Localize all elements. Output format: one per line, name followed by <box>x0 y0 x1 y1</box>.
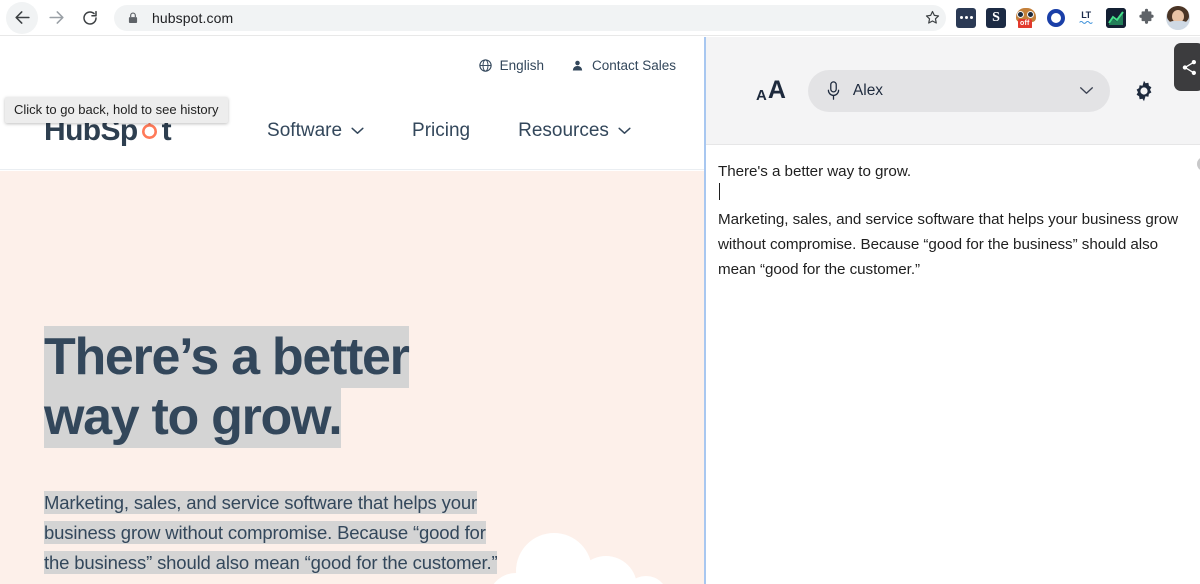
languagetool-label: LT <box>1081 11 1091 20</box>
reader-toolbar: A A Alex <box>706 37 1200 145</box>
hero-paragraph-text: Marketing, sales, and service software t… <box>44 491 497 574</box>
circle-o-extension-icon[interactable] <box>1046 8 1066 28</box>
nav-label-resources: Resources <box>518 120 609 142</box>
browser-toolbar: hubspot.com S off LT <box>0 0 1200 36</box>
url-text: hubspot.com <box>152 10 233 26</box>
person-icon <box>570 58 585 73</box>
wave-icon <box>1078 20 1094 24</box>
hero-section: There’s a better way to grow. Marketing,… <box>0 171 704 584</box>
address-bar[interactable]: hubspot.com <box>114 5 946 31</box>
text-caret <box>719 183 720 200</box>
contact-sales-link[interactable]: Contact Sales <box>570 58 676 73</box>
text-size-small-label: A <box>756 88 767 103</box>
forward-button[interactable] <box>40 2 72 34</box>
text-caret-row <box>718 183 1182 205</box>
reload-icon <box>81 9 99 27</box>
chevron-down-icon <box>1079 86 1094 95</box>
hero-heading-line-1: There’s a better <box>44 326 409 388</box>
reader-paragraph: Marketing, sales, and service software t… <box>718 207 1182 283</box>
languagetool-extension-icon[interactable]: LT <box>1076 8 1096 28</box>
text-size-large-label: A <box>768 78 786 103</box>
reload-button[interactable] <box>74 2 106 34</box>
owl-extension-icon[interactable]: off <box>1016 8 1036 28</box>
back-arrow-icon <box>13 8 32 27</box>
hero-heading-line-2: way to grow. <box>44 386 341 448</box>
reader-text-area[interactable]: There's a better way to grow. Marketing,… <box>706 145 1200 283</box>
contact-sales-label: Contact Sales <box>592 58 676 73</box>
profile-avatar[interactable] <box>1166 6 1190 30</box>
menu-dots-extension-icon[interactable] <box>956 8 976 28</box>
hero-paragraph: Marketing, sales, and service software t… <box>44 488 514 578</box>
forward-arrow-icon <box>47 8 66 27</box>
chart-glyph-icon <box>1106 8 1126 28</box>
chevron-down-icon <box>351 127 364 135</box>
share-nodes-icon <box>1180 58 1199 77</box>
text-size-button[interactable]: A A <box>756 78 786 103</box>
main-nav-links: Software Pricing Resources <box>267 120 679 142</box>
voice-name-value: Alex <box>853 82 1067 100</box>
puzzle-piece-icon <box>1137 8 1156 27</box>
language-selector[interactable]: English <box>478 58 544 73</box>
nav-label-pricing: Pricing <box>412 120 470 142</box>
microphone-icon <box>826 81 841 101</box>
back-button-tooltip: Click to go back, hold to see history <box>5 97 228 123</box>
owl-off-badge: off <box>1018 19 1032 28</box>
s-extension-icon[interactable]: S <box>986 8 1006 28</box>
reader-panel: A A Alex <box>706 37 1200 584</box>
hero-heading: There’s a better way to grow. <box>44 327 644 448</box>
nav-item-resources[interactable]: Resources <box>518 120 631 142</box>
chevron-down-icon <box>618 127 631 135</box>
nav-item-pricing[interactable]: Pricing <box>412 120 470 142</box>
share-button[interactable] <box>1174 43 1200 91</box>
nav-label-software: Software <box>267 120 342 142</box>
gear-icon <box>1132 79 1156 103</box>
chart-extension-icon[interactable] <box>1106 8 1126 28</box>
navigation-buttons <box>0 2 106 34</box>
nav-item-software[interactable]: Software <box>267 120 364 142</box>
bookmark-star-icon <box>924 9 941 26</box>
lock-icon <box>126 11 140 25</box>
puzzle-extensions-icon[interactable] <box>1136 8 1156 28</box>
settings-button[interactable] <box>1132 79 1156 103</box>
globe-icon <box>478 58 493 73</box>
voice-selector[interactable]: Alex <box>808 70 1110 112</box>
hero-copy: There’s a better way to grow. Marketing,… <box>44 327 644 578</box>
web-page-content: English Contact Sales HubSp t <box>0 37 704 584</box>
extensions-tray: S off LT <box>956 6 1200 30</box>
language-label: English <box>500 58 544 73</box>
back-button[interactable] <box>6 2 38 34</box>
site-utility-bar: English Contact Sales <box>0 37 704 93</box>
bookmark-button[interactable] <box>920 6 944 30</box>
reader-line-1: There's a better way to grow. <box>718 161 1182 183</box>
